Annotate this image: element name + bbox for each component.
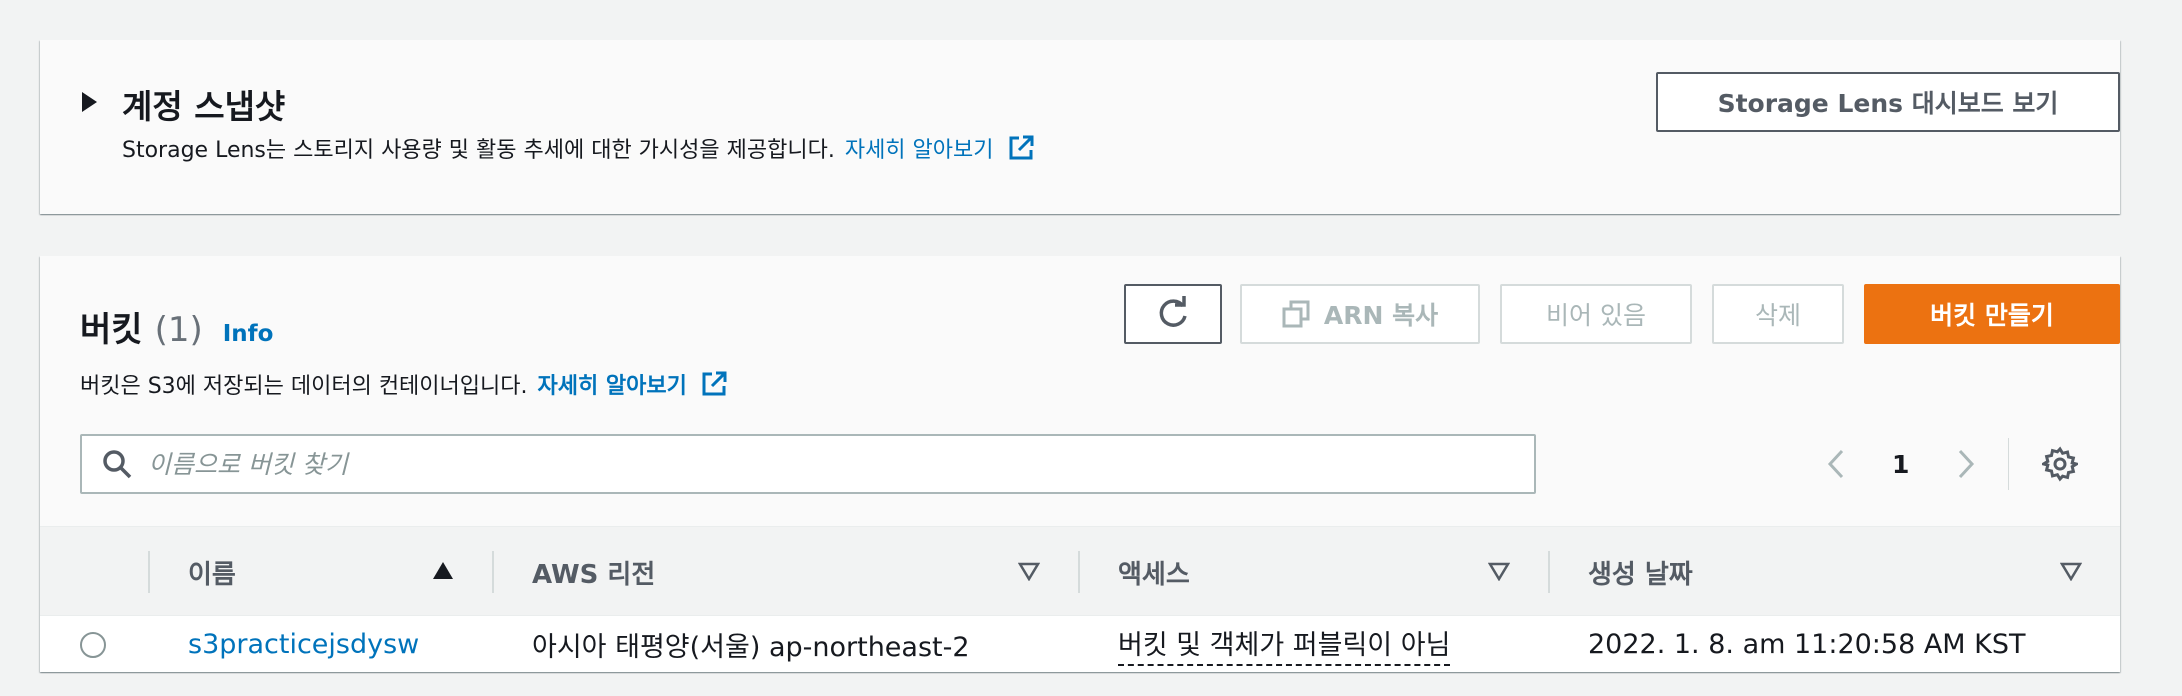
caret-right-icon[interactable]: [82, 92, 97, 112]
column-header-access[interactable]: 액세스: [1118, 527, 1190, 617]
sort-descending-outline-icon[interactable]: [1018, 561, 1040, 581]
delete-button[interactable]: 삭제: [1712, 284, 1844, 344]
copy-arn-button[interactable]: ARN 복사: [1240, 284, 1480, 344]
buckets-title: 버킷: [80, 310, 143, 350]
account-snapshot-panel: 계정 스냅샷 Storage Lens는 스토리지 사용량 및 활동 추세에 대…: [40, 40, 2120, 214]
empty-button[interactable]: 비어 있음: [1500, 284, 1692, 344]
table-row: s3practicejsdysw 아시아 태평양(서울) ap-northeas…: [40, 616, 2120, 672]
buckets-header: 버킷 (1) Info: [80, 302, 273, 351]
sort-descending-outline-icon[interactable]: [2060, 561, 2082, 581]
external-link-icon[interactable]: [699, 369, 729, 399]
bucket-created-date: 2022. 1. 8. am 11:20:58 AM KST: [1588, 628, 2026, 660]
table-header: 이름 AWS 리전 액세스 생성 날짜: [40, 526, 2120, 616]
refresh-icon: [1155, 296, 1191, 332]
buckets-learn-more-link[interactable]: 자세히 알아보기: [538, 368, 687, 400]
column-divider: [1078, 551, 1080, 593]
search-input[interactable]: [148, 449, 1448, 479]
bucket-region: 아시아 태평양(서울) ap-northeast-2: [532, 631, 970, 663]
copy-icon: [1282, 300, 1310, 328]
column-header-name[interactable]: 이름: [188, 527, 236, 617]
bucket-search-box[interactable]: [80, 434, 1536, 494]
sort-ascending-icon[interactable]: [432, 561, 454, 581]
gear-icon[interactable]: [2042, 434, 2078, 494]
snapshot-description-line: Storage Lens는 스토리지 사용량 및 활동 추세에 대한 가시성을 …: [122, 132, 1036, 164]
buckets-description-line: 버킷은 S3에 저장되는 데이터의 컨테이너입니다. 자세히 알아보기: [80, 368, 729, 400]
snapshot-description: Storage Lens는 스토리지 사용량 및 활동 추세에 대한 가시성을 …: [122, 138, 835, 163]
row-select-radio[interactable]: [80, 632, 106, 658]
snapshot-learn-more-link[interactable]: 자세히 알아보기: [845, 132, 994, 164]
buckets-panel: 버킷 (1) Info 버킷은 S3에 저장되는 데이터의 컨테이너입니다. 자…: [40, 256, 2120, 672]
info-link[interactable]: Info: [223, 321, 274, 347]
current-page-number[interactable]: 1: [1892, 434, 1909, 494]
chevron-left-icon[interactable]: [1826, 434, 1846, 494]
column-divider: [492, 551, 494, 593]
pagination-divider: [2008, 438, 2009, 490]
bucket-access: 버킷 및 객체가 퍼블릭이 아님: [1118, 616, 1451, 672]
copy-arn-label: ARN 복사: [1323, 301, 1439, 330]
create-bucket-button[interactable]: 버킷 만들기: [1864, 284, 2120, 344]
column-divider: [1548, 551, 1550, 593]
external-link-icon[interactable]: [1006, 133, 1036, 163]
column-header-region[interactable]: AWS 리전: [532, 527, 655, 617]
buckets-description: 버킷은 S3에 저장되는 데이터의 컨테이너입니다.: [80, 374, 528, 399]
refresh-button[interactable]: [1124, 284, 1222, 344]
sort-descending-outline-icon[interactable]: [1488, 561, 1510, 581]
column-divider: [148, 551, 150, 593]
storage-lens-dashboard-button[interactable]: Storage Lens 대시보드 보기: [1656, 72, 2120, 132]
bucket-name-link[interactable]: s3practicejsdysw: [188, 616, 419, 672]
search-icon: [102, 449, 132, 479]
column-header-created[interactable]: 생성 날짜: [1588, 527, 1693, 617]
buckets-count: (1): [154, 310, 203, 350]
snapshot-title[interactable]: 계정 스냅샷: [122, 80, 285, 128]
chevron-right-icon[interactable]: [1956, 434, 1976, 494]
bucket-access-label[interactable]: 버킷 및 객체가 퍼블릭이 아님: [1118, 623, 1451, 666]
